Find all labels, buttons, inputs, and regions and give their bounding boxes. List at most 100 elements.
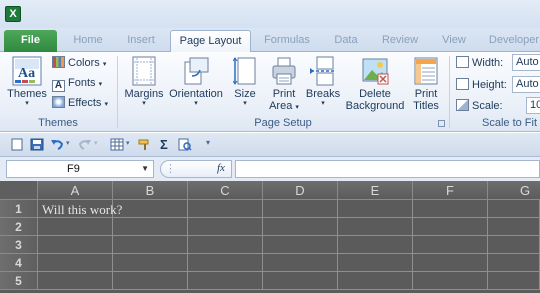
select-all-corner[interactable] <box>0 181 38 200</box>
print-area-label-text: Area <box>269 100 293 112</box>
themes-button[interactable]: Aa Themes ▾ <box>6 56 48 108</box>
print-titles-icon <box>414 57 438 85</box>
print-preview-icon[interactable] <box>178 138 192 151</box>
colors-button[interactable]: Colors ▾ <box>52 56 106 72</box>
scale-spinner[interactable]: 10 <box>526 97 540 114</box>
grid-cell[interactable] <box>263 218 338 236</box>
width-row: Width: <box>456 56 503 70</box>
grid-cell[interactable] <box>488 272 540 290</box>
grid-cell[interactable] <box>413 254 488 272</box>
grid-cell[interactable] <box>38 272 113 290</box>
grid-cell[interactable] <box>488 236 540 254</box>
insert-function-icon[interactable]: fx <box>217 162 225 174</box>
table-dropdown-arrow[interactable]: ▾ <box>126 139 130 147</box>
resize-grip-icon[interactable]: ⋮ <box>165 162 176 175</box>
page-setup-dialog-launcher-icon[interactable] <box>438 120 445 127</box>
column-header-f[interactable]: F <box>413 181 488 200</box>
tab-review[interactable]: Review <box>376 30 424 52</box>
grid-cell[interactable] <box>338 272 413 290</box>
row-header-5[interactable]: 5 <box>0 272 38 290</box>
height-icon <box>456 78 469 90</box>
tab-formulas[interactable]: Formulas <box>258 30 316 52</box>
redo-dropdown-arrow[interactable]: ▾ <box>94 139 98 147</box>
column-header-a[interactable]: A <box>38 181 113 200</box>
name-box[interactable]: F9 ▼ <box>6 160 154 178</box>
fonts-button[interactable]: A Fonts ▾ <box>52 76 102 92</box>
height-select[interactable]: Auto <box>512 76 540 93</box>
grid-cell[interactable] <box>263 254 338 272</box>
grid-cell[interactable] <box>413 272 488 290</box>
ribbon: Aa Themes ▾ Colors ▾ A Fonts ▾ Effects ▾ … <box>0 52 540 132</box>
tab-file[interactable]: File <box>4 30 57 52</box>
grid-cell[interactable] <box>113 254 188 272</box>
grid-cell[interactable] <box>488 254 540 272</box>
grid-cell[interactable] <box>38 236 113 254</box>
excel-app-icon[interactable]: X <box>5 6 21 22</box>
tab-page-layout[interactable]: Page Layout <box>170 30 251 53</box>
tab-home[interactable]: Home <box>66 30 110 52</box>
cell-a1[interactable]: Will this work? <box>42 201 122 218</box>
tab-data[interactable]: Data <box>328 30 364 52</box>
grid-cell[interactable] <box>263 200 338 218</box>
grid-cell[interactable] <box>338 254 413 272</box>
grid-cell[interactable] <box>488 200 540 218</box>
grid-cell[interactable] <box>338 200 413 218</box>
orientation-button[interactable]: Orientation ▾ <box>166 56 226 108</box>
print-titles-button[interactable]: Print Titles <box>408 56 444 112</box>
tab-insert[interactable]: Insert <box>117 30 165 52</box>
tab-view[interactable]: View <box>436 30 472 52</box>
grid-cell[interactable] <box>263 236 338 254</box>
grid-cell[interactable] <box>413 236 488 254</box>
name-box-dropdown-arrow[interactable]: ▼ <box>141 161 149 177</box>
effects-button[interactable]: Effects ▾ <box>52 96 108 112</box>
table-icon[interactable] <box>110 138 124 151</box>
grid-cell[interactable] <box>38 254 113 272</box>
column-header-e[interactable]: E <box>338 181 413 200</box>
row-header-2[interactable]: 2 <box>0 218 38 236</box>
breaks-button[interactable]: Breaks ▾ <box>304 56 342 108</box>
save-icon[interactable] <box>30 138 44 151</box>
delete-background-button[interactable]: Delete Background <box>344 56 406 112</box>
effects-icon <box>52 96 65 108</box>
size-button[interactable]: Size ▾ <box>230 56 260 108</box>
undo-dropdown-arrow[interactable]: ▾ <box>66 139 70 147</box>
width-select[interactable]: Auto <box>512 54 540 71</box>
grid-cell[interactable] <box>113 218 188 236</box>
grid-cell[interactable] <box>338 218 413 236</box>
redo-icon[interactable] <box>78 138 92 151</box>
margins-button[interactable]: Margins ▾ <box>122 56 166 108</box>
grid-cell[interactable] <box>188 200 263 218</box>
column-header-g[interactable]: G <box>488 181 540 200</box>
new-document-icon[interactable] <box>10 138 24 151</box>
column-header-c[interactable]: C <box>188 181 263 200</box>
autosum-icon[interactable]: Σ <box>160 137 168 152</box>
column-header-b[interactable]: B <box>113 181 188 200</box>
grid-cell[interactable] <box>413 218 488 236</box>
formula-input[interactable] <box>235 160 540 178</box>
grid-cell[interactable] <box>413 200 488 218</box>
width-icon <box>456 56 469 68</box>
print-area-button[interactable]: Print Area ▾ <box>266 56 302 114</box>
grid-cell[interactable] <box>113 200 188 218</box>
grid-cell[interactable] <box>188 272 263 290</box>
grid-cell[interactable] <box>113 272 188 290</box>
grid-cell[interactable] <box>38 218 113 236</box>
tab-developer[interactable]: Developer <box>484 30 540 52</box>
format-painter-icon[interactable] <box>138 138 152 151</box>
customize-toolbar-icon[interactable]: ▾ <box>206 138 210 147</box>
row-header-4[interactable]: 4 <box>0 254 38 272</box>
name-box-value: F9 <box>67 163 80 175</box>
printer-icon <box>272 57 296 85</box>
grid-cell[interactable] <box>113 236 188 254</box>
row-header-3[interactable]: 3 <box>0 236 38 254</box>
grid-cell[interactable] <box>488 218 540 236</box>
row-header-1[interactable]: 1 <box>0 200 38 218</box>
undo-icon[interactable] <box>50 138 64 151</box>
grid-cell[interactable] <box>188 236 263 254</box>
grid-cell[interactable] <box>263 272 338 290</box>
grid-cell[interactable] <box>338 236 413 254</box>
grid-cell[interactable] <box>188 254 263 272</box>
column-header-d[interactable]: D <box>263 181 338 200</box>
grid-cell[interactable] <box>188 218 263 236</box>
fonts-icon: A <box>52 80 65 92</box>
